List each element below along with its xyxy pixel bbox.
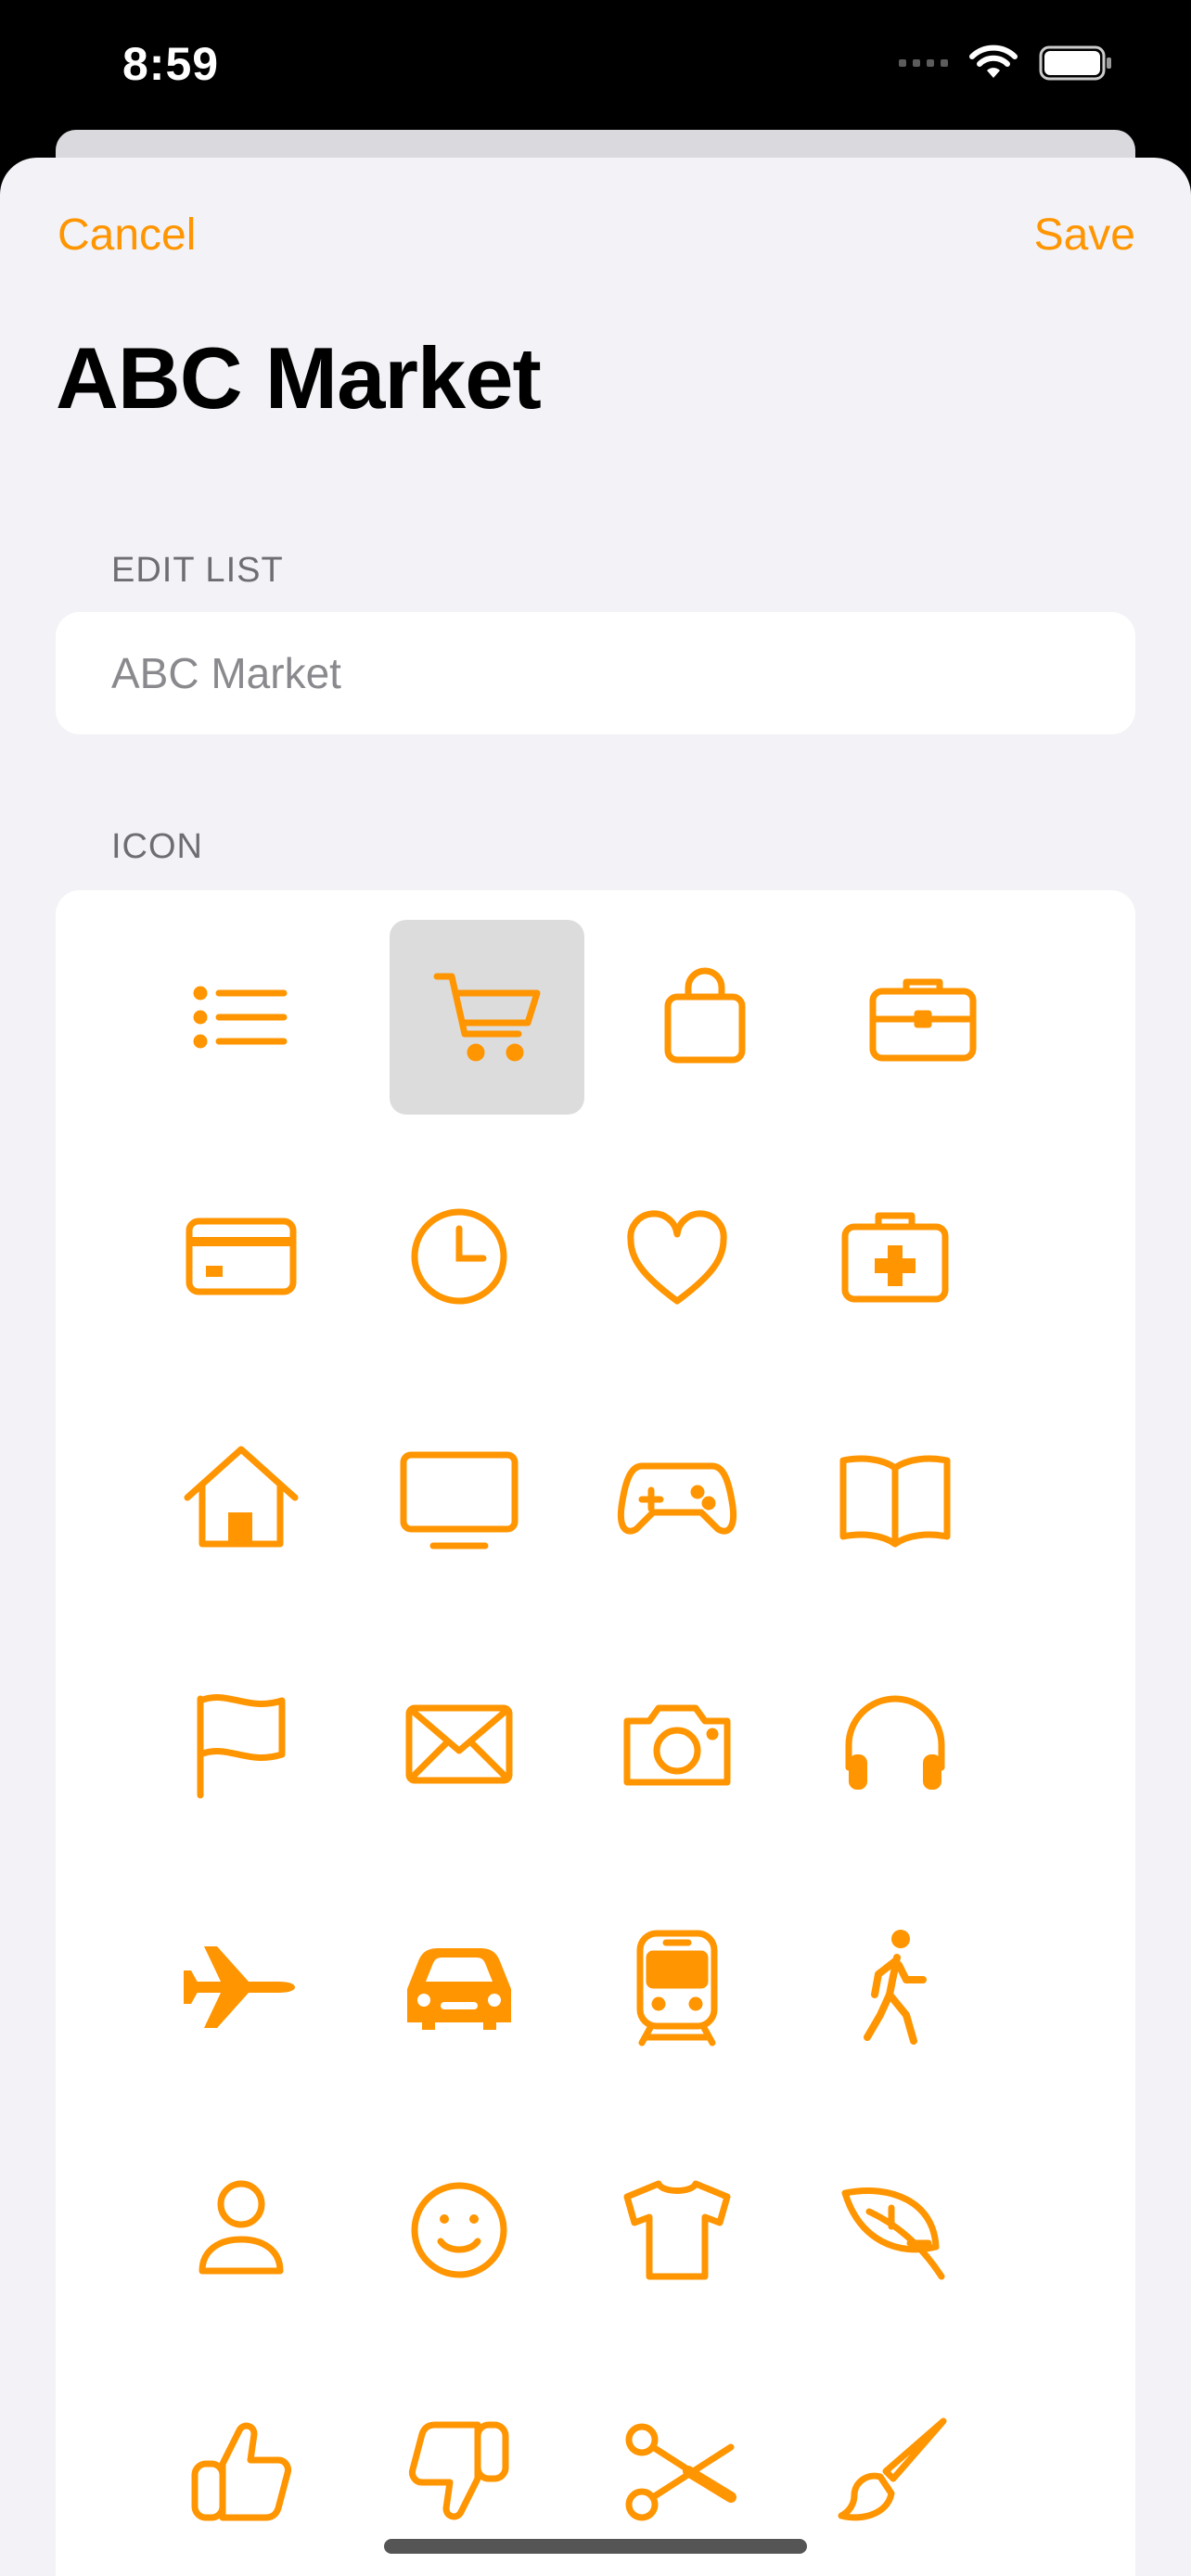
list-name-field[interactable]	[56, 612, 1135, 734]
cellular-signal-icon	[899, 59, 948, 67]
icon-option-camera[interactable]	[580, 1646, 775, 1841]
wifi-icon	[969, 45, 1018, 78]
icon-option-briefcase[interactable]	[826, 920, 1020, 1115]
icon-section-header: ICON	[111, 827, 203, 866]
icon-option-tram[interactable]	[580, 1890, 775, 2085]
walking-icon	[864, 1930, 927, 2045]
person-icon	[198, 2180, 284, 2275]
icon-option-leaf[interactable]	[798, 2133, 992, 2327]
edit-list-header: EDIT LIST	[111, 551, 284, 590]
icon-option-paintbrush[interactable]	[798, 2374, 992, 2569]
icon-option-book[interactable]	[798, 1402, 992, 1597]
book-icon	[839, 1455, 951, 1548]
icon-option-medical-kit[interactable]	[798, 1159, 992, 1354]
icon-option-airplane[interactable]	[144, 1890, 339, 2085]
clock-icon	[411, 1208, 507, 1305]
scissors-icon	[625, 2423, 736, 2521]
icon-option-car[interactable]	[362, 1890, 557, 2085]
cancel-button[interactable]: Cancel	[58, 210, 196, 261]
battery-icon	[1039, 45, 1111, 81]
icon-option-heart[interactable]	[580, 1159, 775, 1354]
icon-option-envelope[interactable]	[362, 1646, 557, 1841]
smiley-icon	[411, 2182, 507, 2278]
icon-option-person[interactable]	[144, 2133, 339, 2327]
tram-icon	[636, 1930, 718, 2047]
icon-option-clock[interactable]	[362, 1159, 557, 1354]
leaf-icon	[841, 2187, 945, 2280]
icon-option-flag[interactable]	[144, 1646, 339, 1841]
icon-option-walking[interactable]	[798, 1890, 992, 2085]
thumbs-up-icon	[191, 2422, 291, 2521]
briefcase-icon	[869, 978, 977, 1062]
headphones-icon	[845, 1695, 945, 1790]
save-button[interactable]: Save	[1034, 210, 1135, 261]
icon-option-gamecontroller[interactable]	[580, 1402, 775, 1597]
house-icon	[184, 1446, 299, 1548]
icon-option-headphones[interactable]	[798, 1646, 992, 1841]
airplane-icon	[184, 1946, 295, 2028]
envelope-icon	[405, 1704, 513, 1784]
cart-icon	[433, 973, 541, 1062]
icon-option-thumbs-up[interactable]	[144, 2374, 339, 2569]
icon-option-credit-card[interactable]	[144, 1159, 339, 1354]
tv-icon	[400, 1451, 519, 1549]
list-icon	[193, 986, 288, 1049]
status-bar: 8:59	[0, 0, 1191, 139]
paintbrush-icon	[838, 2417, 947, 2521]
home-indicator[interactable]	[384, 2539, 807, 2554]
gamecontroller-icon	[617, 1462, 737, 1535]
camera-icon	[623, 1704, 731, 1786]
thumbs-down-icon	[409, 2421, 509, 2520]
icon-option-tshirt[interactable]	[580, 2133, 775, 2327]
page-title: ABC Market	[56, 329, 542, 427]
edit-list-sheet: Cancel Save ABC Market EDIT LIST ICON	[0, 158, 1191, 2576]
icon-option-list[interactable]	[144, 920, 339, 1115]
icon-option-tv[interactable]	[362, 1402, 557, 1597]
heart-icon	[627, 1210, 727, 1305]
icon-grid	[56, 890, 1135, 2576]
credit-card-icon	[186, 1218, 297, 1295]
car-icon	[407, 1948, 511, 2030]
icon-option-smiley[interactable]	[362, 2133, 557, 2327]
tshirt-icon	[623, 2180, 731, 2280]
status-icons	[899, 45, 1113, 82]
icon-option-bag[interactable]	[608, 920, 802, 1115]
flag-icon	[197, 1694, 286, 1799]
medical-kit-icon	[841, 1212, 949, 1303]
icon-option-house[interactable]	[144, 1402, 339, 1597]
status-time: 8:59	[122, 38, 220, 90]
icon-option-cart[interactable]	[390, 920, 584, 1115]
bag-icon	[664, 967, 746, 1064]
